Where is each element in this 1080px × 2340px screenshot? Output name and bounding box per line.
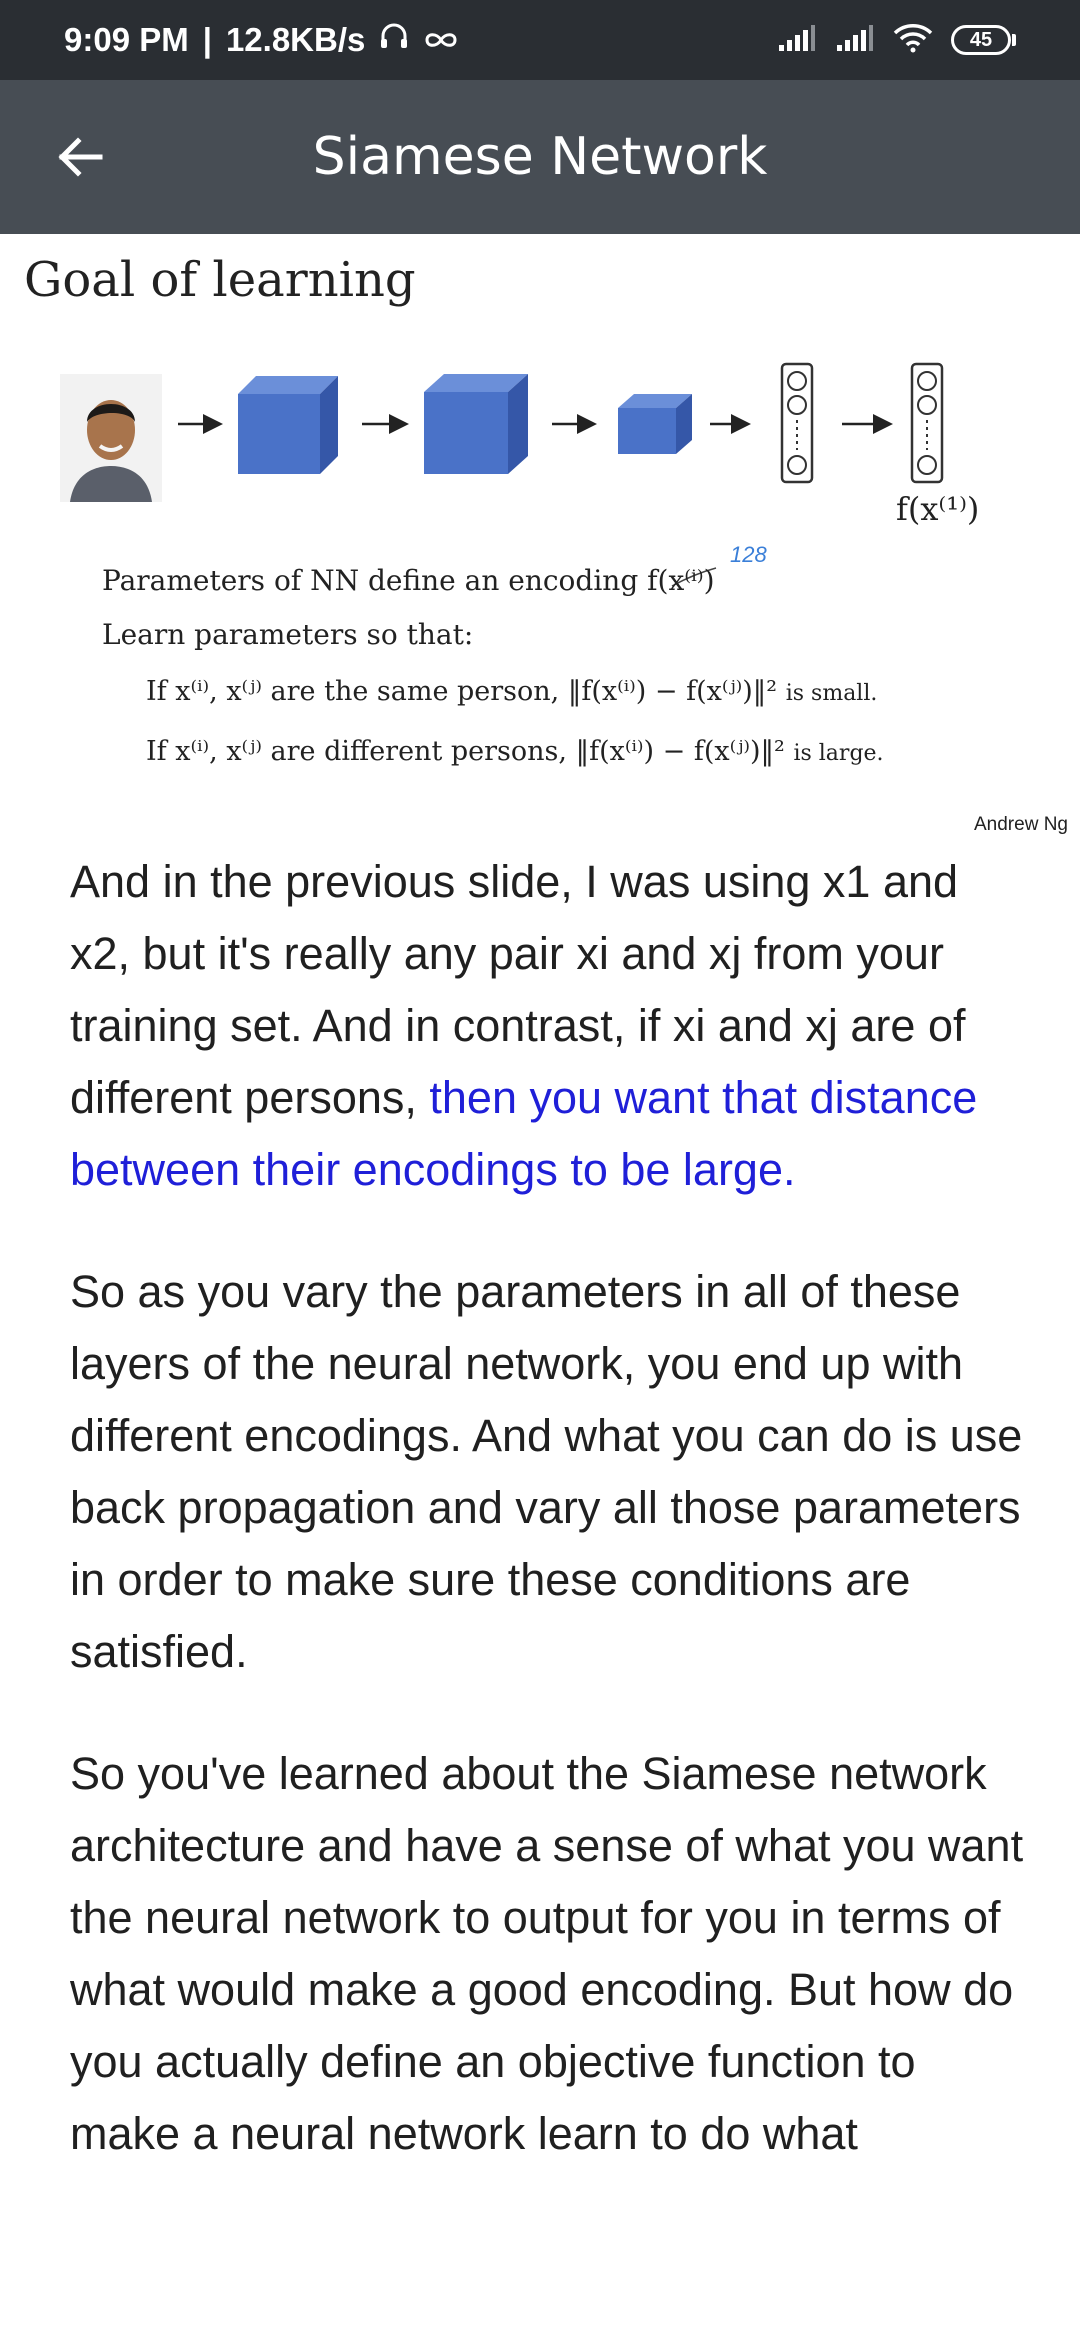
- page-title: Siamese Network: [312, 127, 768, 187]
- output-encoding-label: f(x⁽¹⁾): [896, 490, 980, 528]
- signal-icon: [777, 23, 817, 58]
- transcript-paragraph: So as you vary the parameters in all of …: [70, 1266, 1023, 1677]
- status-bar: 9:09 PM | 12.8KB/s 45: [0, 0, 1080, 80]
- signal-icon-2: [835, 23, 875, 58]
- battery-level: 45: [951, 25, 1011, 55]
- wifi-icon: [893, 23, 933, 58]
- lecture-slide: Goal of learning f(x⁽¹⁾) Parameters of N…: [0, 234, 1080, 846]
- battery-icon: 45: [951, 25, 1016, 55]
- slide-credit: Andrew Ng: [974, 814, 1068, 835]
- app-bar: Siamese Network: [0, 80, 1080, 234]
- infinity-icon: [423, 21, 459, 59]
- slide-line-same-person: If x⁽ⁱ⁾, x⁽ʲ⁾ are the same person, ‖f(x⁽…: [146, 676, 878, 707]
- slide-line-different-persons: If x⁽ⁱ⁾, x⁽ʲ⁾ are different persons, ‖f(…: [146, 736, 884, 767]
- transcript: And in the previous slide, I was using x…: [70, 846, 1030, 2220]
- handwritten-note: 128: [730, 542, 767, 567]
- status-left: 9:09 PM | 12.8KB/s: [64, 0, 459, 80]
- headphones-icon: [379, 21, 409, 59]
- status-right: 45: [777, 0, 1016, 80]
- transcript-paragraph: So you've learned about the Siamese netw…: [70, 1748, 1024, 2159]
- status-time: 9:09 PM: [64, 21, 189, 58]
- slide-line-encoding: Parameters of NN define an encoding f(x⁽…: [102, 564, 715, 597]
- status-separator: |: [202, 21, 212, 58]
- slide-line-learn: Learn parameters so that:: [102, 618, 474, 651]
- network-speed: 12.8KB/s: [225, 21, 366, 58]
- transcript-paragraph: And in the previous slide, I was using x…: [70, 856, 978, 1195]
